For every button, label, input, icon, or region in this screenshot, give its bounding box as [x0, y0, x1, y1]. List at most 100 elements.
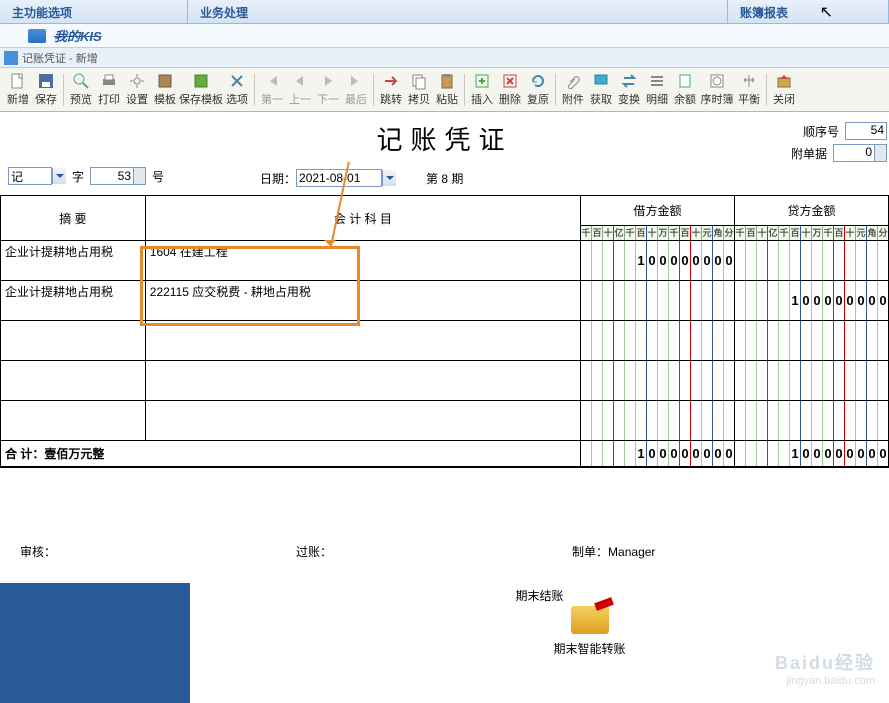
balance-button[interactable]: 余额: [671, 70, 699, 110]
voucher-row[interactable]: [1, 361, 889, 401]
smart-transfer-label[interactable]: 期末智能转账: [553, 640, 625, 657]
last-button[interactable]: 最后: [342, 70, 370, 110]
summary-cell[interactable]: [1, 361, 146, 401]
cursor-icon: ↖: [820, 2, 833, 22]
close-button[interactable]: 关闭: [770, 70, 798, 110]
account-cell[interactable]: 222115 应交税费 - 耕地占用税: [145, 281, 580, 321]
date-row: 日期： 2021-08-01 第 8 期: [260, 169, 889, 187]
account-cell[interactable]: [145, 401, 580, 441]
header-account: 会 计 科 目: [145, 196, 580, 241]
settings-button[interactable]: 设置: [123, 70, 151, 110]
date-label: 日期：: [260, 170, 296, 187]
header-summary: 摘 要: [1, 196, 146, 241]
voucher-number-input[interactable]: 53: [90, 167, 134, 185]
voucher-type-combo[interactable]: 记: [8, 167, 52, 185]
debit-cell[interactable]: [581, 401, 735, 441]
next-button[interactable]: 下一: [314, 70, 342, 110]
debit-cell[interactable]: [581, 321, 735, 361]
account-cell[interactable]: 1604 在建工程: [145, 241, 580, 281]
total-cell: 合 计：壹佰万元整: [1, 441, 581, 467]
delete-button[interactable]: 删除: [496, 70, 524, 110]
watermark: Baidu经验 jingyan.baidu.com: [775, 649, 875, 687]
poster-label: 过账：: [296, 543, 332, 560]
header-right: 顺序号 54 附单据 0: [791, 122, 887, 166]
attach-button[interactable]: 附件: [559, 70, 587, 110]
voucher-number-spinner[interactable]: [134, 167, 146, 185]
save-template-button[interactable]: 保存模板: [179, 70, 223, 110]
folder-icon[interactable]: [571, 606, 609, 634]
bottom-strip: 期末结账 期末智能转账: [0, 583, 889, 703]
print-button[interactable]: 打印: [95, 70, 123, 110]
credit-cell[interactable]: [735, 361, 889, 401]
debit-cell[interactable]: [581, 281, 735, 321]
save-button[interactable]: 保存: [32, 70, 60, 110]
summary-cell[interactable]: 企业计提耕地占用税: [1, 241, 146, 281]
maker-label: 制单：Manager: [572, 543, 655, 560]
voucher-row[interactable]: 企业计提耕地占用税 222115 应交税费 - 耕地占用税 100000000: [1, 281, 889, 321]
preview-button[interactable]: 预览: [67, 70, 95, 110]
credit-cell[interactable]: 100000000: [735, 281, 889, 321]
window-icon: [4, 51, 18, 65]
summary-cell[interactable]: 企业计提耕地占用税: [1, 281, 146, 321]
fetch-button[interactable]: 获取: [587, 70, 615, 110]
nav-tab-reports[interactable]: 账簿报表: [728, 0, 889, 23]
total-credit: 100000000: [735, 441, 889, 467]
kis-strip: 我的KIS: [0, 24, 889, 48]
attach-label: 附单据: [791, 145, 827, 162]
credit-cell[interactable]: [735, 241, 889, 281]
debit-cell[interactable]: 100000000: [581, 241, 735, 281]
copy-button[interactable]: 拷贝: [405, 70, 433, 110]
insert-button[interactable]: 插入: [468, 70, 496, 110]
window-title: 记账凭证 - 新增: [22, 50, 98, 66]
serial-button[interactable]: 序时簿: [699, 70, 735, 110]
seq-label: 顺序号: [803, 123, 839, 140]
top-nav: 主功能选项 业务处理 账簿报表: [0, 0, 889, 24]
auditor-label: 审核：: [20, 543, 56, 560]
word-label: 字: [72, 168, 84, 185]
voucher-row[interactable]: [1, 401, 889, 441]
account-cell[interactable]: [145, 361, 580, 401]
template-button[interactable]: 模板: [151, 70, 179, 110]
nav-tab-biz[interactable]: 业务处理: [188, 0, 728, 23]
debit-cell[interactable]: [581, 361, 735, 401]
credit-cell[interactable]: [735, 321, 889, 361]
period-label: 第 8 期: [426, 170, 463, 187]
balance2-button[interactable]: 平衡: [735, 70, 763, 110]
date-dropdown-icon[interactable]: [382, 170, 396, 186]
bottom-left-panel: [0, 583, 190, 703]
blank-area: [0, 467, 889, 539]
attach-spinner[interactable]: [875, 144, 887, 162]
seq-value[interactable]: 54: [845, 122, 887, 140]
nav-tab-main[interactable]: 主功能选项: [0, 0, 188, 23]
debit-digits-header: 千百十亿千百十万千百十元角分: [581, 226, 735, 241]
jump-button[interactable]: 跳转: [377, 70, 405, 110]
toolbar: 新增 保存 预览 打印 设置 模板 保存模板 选项 第一 上一 下一 最后 跳转…: [0, 68, 889, 112]
footer-row: 审核： 过账： 制单：Manager: [0, 539, 889, 564]
account-cell[interactable]: [145, 321, 580, 361]
kis-icon: [28, 29, 46, 43]
new-button[interactable]: 新增: [4, 70, 32, 110]
paste-button[interactable]: 粘贴: [433, 70, 461, 110]
first-button[interactable]: 第一: [258, 70, 286, 110]
voucher-row[interactable]: 企业计提耕地占用税 1604 在建工程 100000000: [1, 241, 889, 281]
attach-value[interactable]: 0: [833, 144, 875, 162]
total-debit: 100000000: [581, 441, 735, 467]
kis-label[interactable]: 我的KIS: [54, 26, 102, 45]
voucher-table: 摘 要 会 计 科 目 借方金额 贷方金额 千百十亿千百十万千百十元角分 千百十…: [0, 195, 889, 467]
restore-button[interactable]: 复原: [524, 70, 552, 110]
summary-cell[interactable]: [1, 401, 146, 441]
window-titlebar: 记账凭证 - 新增: [0, 48, 889, 68]
voucher-row[interactable]: [1, 321, 889, 361]
convert-button[interactable]: 变换: [615, 70, 643, 110]
prev-button[interactable]: 上一: [286, 70, 314, 110]
voucher-title: 记账凭证: [0, 120, 889, 157]
number-suffix: 号: [152, 168, 164, 185]
detail-button[interactable]: 明细: [643, 70, 671, 110]
date-input[interactable]: 2021-08-01: [296, 169, 382, 187]
voucher-type-dropdown-icon[interactable]: [52, 168, 66, 184]
header-debit: 借方金额: [581, 196, 735, 226]
period-close-label[interactable]: 期末结账: [515, 587, 563, 604]
options-button[interactable]: 选项: [223, 70, 251, 110]
summary-cell[interactable]: [1, 321, 146, 361]
credit-cell[interactable]: [735, 401, 889, 441]
